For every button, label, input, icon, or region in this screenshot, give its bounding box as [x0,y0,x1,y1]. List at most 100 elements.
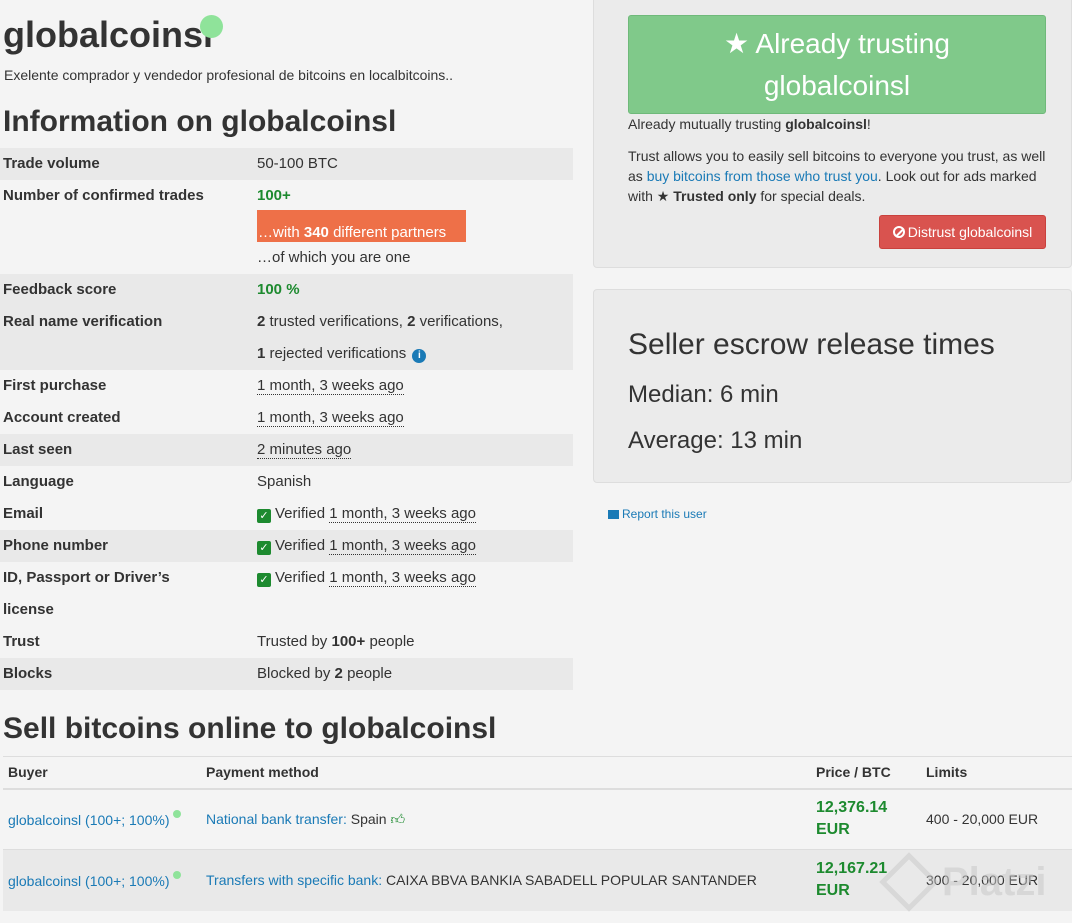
col-header-buyer: Buyer [3,756,201,790]
info-row-confirmed-trades: Number of confirmed trades 100+ …with 34… [0,180,573,274]
price-currency: EUR [816,882,850,900]
info-row-feedback: Feedback score 100 % [0,274,573,306]
trusted-text: trusted verifications, [269,313,403,330]
page-title: globalcoinsl [3,14,214,55]
time-ago: 1 month, 3 weeks ago [257,409,404,427]
info-label: Blocks [3,665,53,682]
info-value: Trusted by 100+ people [254,626,573,658]
online-status-icon [200,15,223,38]
info-value: ✓ Verified 1 month, 3 weeks ago [254,562,573,626]
payment-detail: CAIXA BBVA BANKIA SABADELL POPULAR SANTA… [386,872,757,889]
distrust-button[interactable]: Distrust globalcoinsl [879,215,1046,249]
rejected-text: rejected verifications [269,345,407,362]
info-label: ID, Passport or Driver’s license [0,562,254,626]
price-cell: 12,376.14 EUR [811,788,921,850]
blocks-suffix: people [347,665,393,682]
time-ago: 2 minutes ago [257,441,352,459]
info-label: Real name verification [3,313,163,330]
verif-count: 2 [407,313,416,330]
feedback-score: 100 % [257,281,300,298]
info-value: 1 month, 3 weeks ago [254,370,573,402]
info-value: 100+ …with 340 different partners …of wh… [254,180,573,274]
escrow-title: Seller escrow release times [628,328,995,361]
col-header-payment: Payment method [201,756,811,790]
trust-description: Trust allows you to easily sell bitcoins… [628,146,1058,206]
info-value: 100 % [254,274,573,306]
user-bio: Exelente comprador y vendedor profesiona… [4,67,454,83]
report-user-link[interactable]: Report this user [608,507,707,521]
trust-panel: ★ Already trusting globalcoinsl Already … [593,0,1072,268]
buyer-link[interactable]: globalcoinsl (100+; 100%) [8,873,170,889]
sell-section-title: Sell bitcoins online to globalcoinsl [3,712,497,745]
trusted-only-label: Trusted only [673,188,757,204]
col-header-limits: Limits [921,756,1072,790]
payment-detail: Spain [350,810,387,827]
info-label: Trust [3,633,40,650]
info-row-account-created: Account created 1 month, 3 weeks ago [0,402,573,434]
info-row-first-purchase: First purchase 1 month, 3 weeks ago [0,370,573,402]
payment-method-link[interactable]: National bank transfer: [206,811,347,827]
info-table: Trade volume 50-100 BTC Number of confir… [0,148,573,690]
info-value: ✓ Verified 1 month, 3 weeks ago [254,530,573,562]
info-row-trust: Trust Trusted by 100+ people [0,626,573,658]
info-label: Phone number [3,537,109,554]
thumbs-up-icon: 👍︎ [390,810,406,827]
online-status-icon [172,810,181,819]
info-value: 1 month, 3 weeks ago [254,402,573,434]
buy-from-trusted-link[interactable]: buy bitcoins from those who trust you [647,168,878,184]
time-ago: 1 month, 3 weeks ago [257,377,404,395]
escrow-average: Average: 13 min [628,427,803,454]
trusted-count: 2 [257,313,266,330]
trust-button-line2: globalcoinsl [763,70,911,101]
ads-header-row: Buyer Payment method Price / BTC Limits [3,756,1072,790]
trust-count: 100+ [331,633,366,650]
id-label-line2: license [3,601,54,618]
verified-text: Verified [275,537,326,554]
price-value: 12,167.21 [816,860,888,878]
check-icon: ✓ [257,541,271,555]
info-row-language: Language Spanish [0,466,573,498]
buyer-cell: globalcoinsl (100+; 100%) [3,849,201,911]
info-row-real-name: Real name verification 2 trusted verific… [0,306,573,370]
verif-text: verifications, [419,313,503,330]
info-value: 2 minutes ago [254,434,573,466]
info-icon[interactable]: i [412,349,427,363]
verified-text: Verified [275,569,326,586]
partners-count: 340 [303,224,329,241]
price-currency: EUR [816,821,850,839]
trust-text-3: for special deals. [760,188,866,204]
limits-cell: 400 - 20,000 EUR [921,788,1072,850]
info-row-blocks: Blocks Blocked by 2 people [0,658,573,690]
flag-icon [608,510,619,519]
info-label: Number of confirmed trades [3,187,204,204]
trust-button-line1: Already trusting [755,28,950,59]
info-row-id-document: ID, Passport or Driver’s license ✓ Verifie… [0,562,573,626]
mutual-prefix: Already mutually trusting [628,116,782,132]
payment-method-link[interactable]: Transfers with specific bank: [206,872,382,888]
mutual-user: globalcoinsl [785,116,867,132]
already-trusting-button[interactable]: ★ Already trusting globalcoinsl [628,15,1046,114]
info-row-last-seen: Last seen 2 minutes ago [0,434,573,466]
check-icon: ✓ [257,573,271,587]
payment-cell: Transfers with specific bank: CAIXA BBVA… [201,849,811,911]
table-row[interactable]: globalcoinsl (100+; 100%) National bank … [3,788,1072,850]
buyer-cell: globalcoinsl (100+; 100%) [3,788,201,850]
info-value: Blocked by 2 people [254,658,573,690]
confirmed-trades-count: 100+ [257,187,291,204]
info-label: Email [3,505,44,522]
platzi-watermark: Platzi [879,852,1060,915]
verified-text: Verified [275,505,326,522]
info-row-email: Email ✓ Verified 1 month, 3 weeks ago [0,498,573,530]
online-status-icon [172,871,181,880]
escrow-median: Median: 6 min [628,381,779,408]
rejected-count: 1 [257,345,266,362]
partners-highlight: …with 340 different partners [257,210,466,242]
info-value: ✓ Verified 1 month, 3 weeks ago [254,498,573,530]
buyer-link[interactable]: globalcoinsl (100+; 100%) [8,812,170,828]
price-value: 12,376.14 [816,799,888,817]
watermark-text: Platzi [942,860,1047,904]
info-value: 50-100 BTC [257,155,338,172]
mutual-suffix: ! [866,116,871,132]
time-ago: 1 month, 3 weeks ago [329,505,476,523]
col-header-price: Price / BTC [811,756,921,790]
